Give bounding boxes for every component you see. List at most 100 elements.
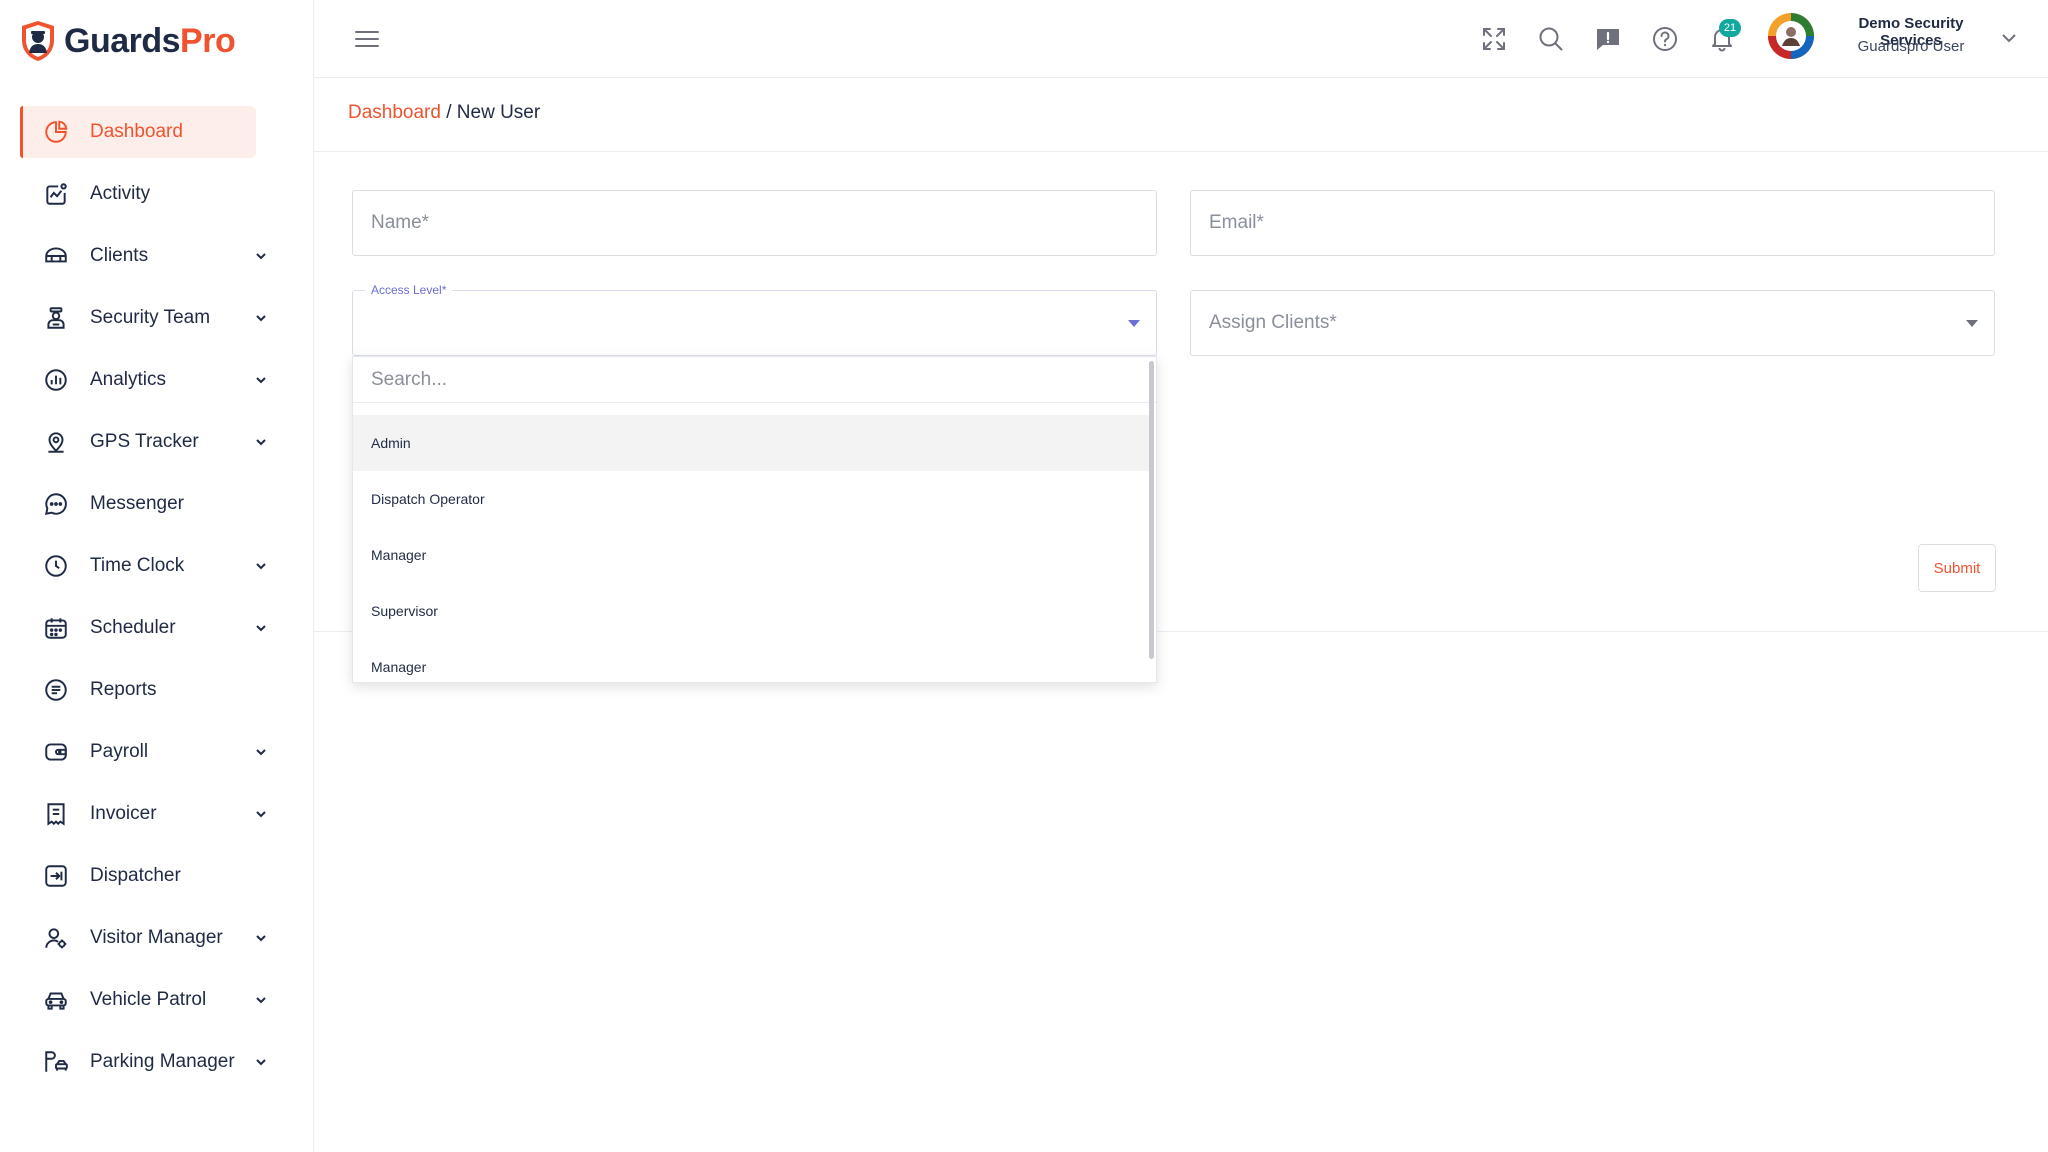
sidebar-item-dashboard[interactable]: Dashboard	[20, 106, 256, 158]
caret-down-icon	[1966, 320, 1978, 327]
chevron-down-icon	[256, 1059, 266, 1066]
logo[interactable]: GuardsPro	[20, 20, 236, 62]
email-placeholder: Email*	[1209, 212, 1264, 233]
chevron-down-icon[interactable]	[2000, 30, 2018, 46]
dropdown-search	[353, 357, 1156, 403]
sidebar-item-label: Scheduler	[90, 617, 176, 638]
hamburger-menu-icon[interactable]	[354, 28, 380, 50]
sidebar-item-label: Vehicle Patrol	[90, 989, 207, 1010]
pie-chart-icon	[42, 118, 70, 146]
sidebar-item-payroll[interactable]: Payroll	[20, 726, 294, 778]
sidebar-item-label: Time Clock	[90, 555, 185, 576]
user-role: Guardspro User	[1857, 38, 1965, 55]
breadcrumb-bar: Dashboard / New User	[314, 78, 2048, 152]
access-level-dropdown: Admin Dispatch Operator Manager Supervis…	[352, 356, 1157, 683]
dispatch-icon	[42, 862, 70, 890]
submit-button[interactable]: Submit	[1918, 544, 1996, 592]
avatar[interactable]	[1767, 12, 1815, 60]
chevron-down-icon	[256, 315, 266, 322]
sidebar-item-label: Messenger	[90, 493, 184, 514]
car-icon	[42, 986, 70, 1014]
location-pin-icon	[42, 428, 70, 456]
sidebar: GuardsPro Dashboard Activity Clients Sec…	[0, 0, 314, 1152]
access-level-label: Access Level*	[365, 283, 453, 297]
visitor-icon	[42, 924, 70, 952]
chat-icon	[42, 490, 70, 518]
sidebar-item-label: GPS Tracker	[90, 431, 199, 452]
sidebar-item-analytics[interactable]: Analytics	[20, 354, 294, 406]
option-manager-2[interactable]: Manager	[353, 639, 1149, 682]
chevron-down-icon	[256, 625, 266, 632]
option-supervisor[interactable]: Supervisor	[353, 583, 1149, 639]
breadcrumb: Dashboard / New User	[348, 102, 540, 124]
analytics-icon	[42, 366, 70, 394]
dropdown-options: Admin Dispatch Operator Manager Supervis…	[353, 415, 1149, 682]
sidebar-item-messenger[interactable]: Messenger	[20, 478, 294, 530]
chevron-down-icon	[256, 997, 266, 1004]
sidebar-item-label: Security Team	[90, 307, 211, 328]
dropdown-search-input[interactable]	[353, 357, 1156, 403]
chevron-down-icon	[256, 253, 266, 260]
chevron-down-icon	[256, 377, 266, 384]
sidebar-item-parking-manager[interactable]: Parking Manager	[20, 1036, 294, 1088]
sidebar-item-clients[interactable]: Clients	[20, 230, 294, 282]
notification-badge: 21	[1719, 19, 1741, 37]
clock-icon	[42, 552, 70, 580]
sidebar-item-label: Visitor Manager	[90, 927, 223, 948]
breadcrumb-separator: /	[446, 102, 452, 123]
brand-name: GuardsPro	[64, 21, 236, 61]
sidebar-item-visitor-manager[interactable]: Visitor Manager	[20, 912, 294, 964]
calendar-icon	[42, 614, 70, 642]
app: GuardsPro Dashboard Activity Clients Sec…	[0, 0, 2048, 1152]
assign-clients-select[interactable]: Assign Clients*	[1190, 290, 1995, 356]
breadcrumb-current: New User	[456, 102, 541, 123]
brand-name-part2: Pro	[180, 21, 236, 60]
help-icon[interactable]	[1651, 25, 1679, 53]
guard-icon	[42, 304, 70, 332]
sidebar-item-gps-tracker[interactable]: GPS Tracker	[20, 416, 294, 468]
sidebar-item-activity[interactable]: Activity	[20, 168, 294, 220]
name-field[interactable]: Name*	[352, 190, 1157, 256]
search-icon[interactable]	[1537, 25, 1565, 53]
breadcrumb-dashboard-link[interactable]: Dashboard	[348, 102, 441, 123]
fullscreen-icon[interactable]	[1480, 25, 1508, 53]
feedback-icon[interactable]	[1594, 25, 1622, 53]
sidebar-item-label: Analytics	[90, 369, 167, 390]
sidebar-item-label: Activity	[90, 183, 151, 204]
sidebar-item-label: Dashboard	[90, 121, 183, 142]
sidebar-item-label: Clients	[90, 245, 149, 266]
parking-icon	[42, 1048, 70, 1076]
email-field[interactable]: Email*	[1190, 190, 1995, 256]
option-admin[interactable]: Admin	[353, 415, 1149, 471]
chevron-down-icon	[256, 563, 266, 570]
access-level-select[interactable]: Access Level*	[352, 283, 1157, 356]
chevron-down-icon	[256, 439, 266, 446]
assign-clients-placeholder: Assign Clients*	[1209, 312, 1337, 333]
activity-icon	[42, 180, 70, 208]
clients-icon	[42, 242, 70, 270]
sidebar-item-label: Payroll	[90, 741, 149, 762]
chevron-down-icon	[256, 749, 266, 756]
sidebar-item-time-clock[interactable]: Time Clock	[20, 540, 294, 592]
sidebar-item-scheduler[interactable]: Scheduler	[20, 602, 294, 654]
chevron-down-icon	[256, 811, 266, 818]
shield-logo-icon	[22, 21, 54, 61]
wallet-icon	[42, 738, 70, 766]
option-manager[interactable]: Manager	[353, 527, 1149, 583]
dropdown-scrollbar[interactable]	[1149, 361, 1154, 659]
invoice-icon	[42, 800, 70, 828]
caret-down-icon	[1128, 320, 1140, 327]
sidebar-item-reports[interactable]: Reports	[20, 664, 294, 716]
sidebar-item-security-team[interactable]: Security Team	[20, 292, 294, 344]
brand-name-part1: Guards	[64, 21, 181, 60]
sidebar-item-label: Dispatcher	[90, 865, 181, 886]
sidebar-item-label: Invoicer	[90, 803, 157, 824]
chevron-down-icon	[256, 935, 266, 942]
sidebar-item-label: Parking Manager	[90, 1051, 235, 1072]
name-placeholder: Name*	[371, 212, 430, 233]
sidebar-item-vehicle-patrol[interactable]: Vehicle Patrol	[20, 974, 294, 1026]
sidebar-item-invoicer[interactable]: Invoicer	[20, 788, 294, 840]
sidebar-item-label: Reports	[90, 679, 157, 700]
sidebar-item-dispatcher[interactable]: Dispatcher	[20, 850, 294, 902]
option-dispatch-operator[interactable]: Dispatch Operator	[353, 471, 1149, 527]
